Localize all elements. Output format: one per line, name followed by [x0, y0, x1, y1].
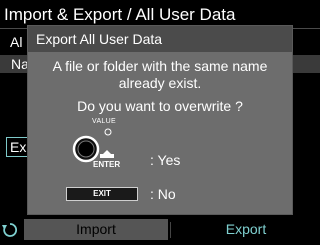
- import-button[interactable]: Import: [24, 219, 168, 240]
- dialog-message-line1: A file or folder with the same name: [52, 58, 268, 74]
- dialog-question: Do you want to overwrite ?: [77, 98, 243, 114]
- page-title: Import & Export / All User Data: [4, 5, 236, 24]
- value-knob[interactable]: VALUE ENTER: [70, 118, 130, 170]
- exit-key-button[interactable]: EXIT: [66, 187, 138, 201]
- bottom-bar-divider: [170, 222, 171, 238]
- dialog-header: Export All User Data: [28, 26, 292, 52]
- background-row-name: Na: [11, 56, 29, 72]
- back-button[interactable]: [0, 219, 20, 240]
- dialog-title: Export All User Data: [36, 31, 163, 47]
- undo-arrow-icon: [2, 223, 18, 237]
- export-button[interactable]: Export: [172, 219, 320, 240]
- background-row-all: Al: [10, 34, 23, 50]
- dialog-message-line2: already exist.: [118, 75, 202, 91]
- no-option: : No: [150, 186, 176, 202]
- overwrite-dialog: Export All User Data A file or folder wi…: [28, 26, 292, 214]
- screen: Import & Export / All User Data Al Na Ex…: [0, 0, 320, 240]
- yes-option: : Yes: [150, 152, 181, 168]
- background-export-button: Ex: [6, 137, 28, 157]
- enter-label: ENTER: [93, 160, 121, 169]
- bottom-bar: Import Export: [0, 219, 320, 240]
